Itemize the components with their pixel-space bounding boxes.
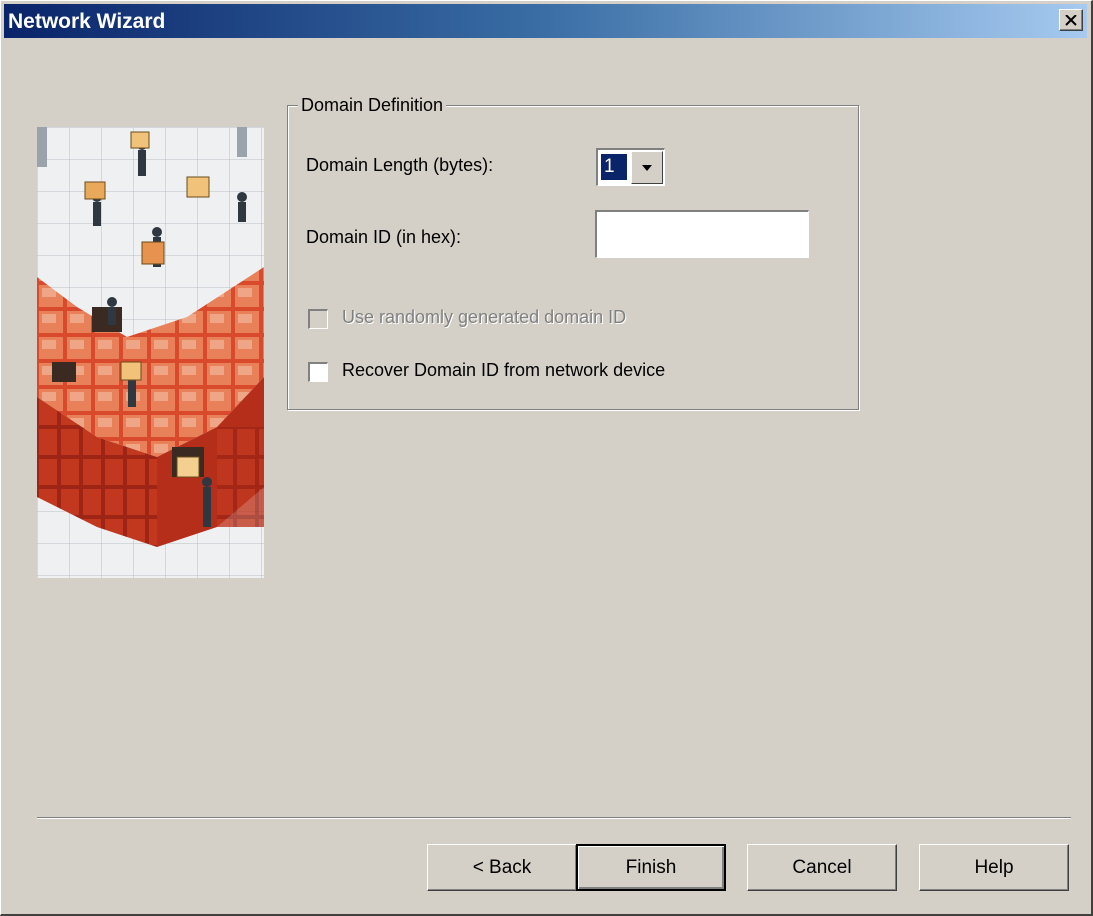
button-separator	[37, 817, 1071, 819]
group-title: Domain Definition	[298, 95, 447, 116]
close-button[interactable]	[1059, 9, 1083, 31]
domain-id-input[interactable]	[595, 210, 809, 258]
window-title: Network Wizard	[8, 10, 166, 33]
cancel-button[interactable]: Cancel	[747, 844, 897, 891]
finish-button[interactable]: Finish	[576, 844, 726, 891]
recover-domain-id-checkbox[interactable]	[308, 362, 328, 382]
help-button[interactable]: Help	[919, 844, 1069, 891]
domain-length-dropdown-button[interactable]	[631, 151, 663, 184]
network-wizard-dialog: Network Wizard Domain Definition Domain …	[0, 0, 1093, 916]
random-domain-id-checkbox[interactable]	[308, 309, 328, 329]
chevron-down-icon	[642, 164, 652, 171]
close-icon	[1065, 14, 1077, 26]
title-bar[interactable]: Network Wizard	[4, 4, 1087, 38]
domain-length-label: Domain Length (bytes):	[306, 155, 494, 175]
recover-domain-id-label: Recover Domain ID from network device	[342, 360, 666, 380]
domain-length-value: 1	[601, 154, 627, 180]
wizard-illustration-art	[37, 127, 264, 578]
wizard-illustration	[37, 127, 264, 578]
domain-length-select[interactable]: 1	[596, 148, 665, 186]
random-domain-id-label: Use randomly generated domain ID	[342, 307, 627, 327]
domain-id-label: Domain ID (in hex):	[306, 227, 462, 247]
back-button[interactable]: < Back	[427, 844, 577, 891]
